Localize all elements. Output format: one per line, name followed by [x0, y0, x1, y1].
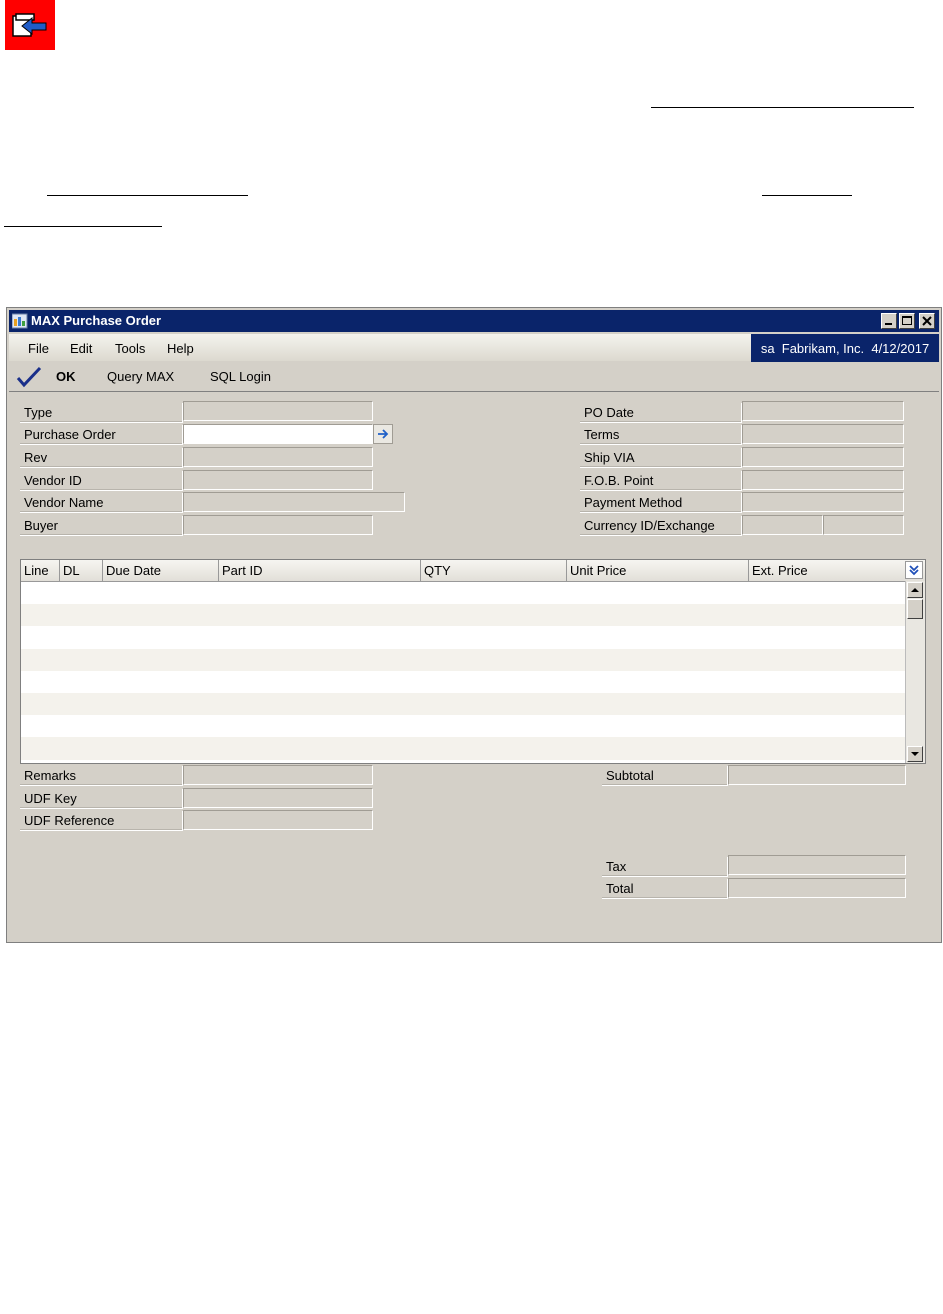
query-max-button[interactable]: Query MAX — [107, 369, 174, 384]
menu-tools[interactable]: Tools — [115, 341, 145, 356]
maximize-icon[interactable] — [899, 313, 915, 329]
label-terms: Terms — [580, 425, 742, 445]
exchange-rate-field — [823, 515, 904, 535]
lookup-arrow-icon[interactable] — [373, 424, 393, 444]
label-subtotal: Subtotal — [602, 766, 728, 786]
label-vendor-id: Vendor ID — [20, 471, 183, 491]
minimize-icon[interactable] — [881, 313, 897, 329]
table-row[interactable] — [21, 692, 907, 716]
expand-down-icon[interactable] — [905, 561, 923, 579]
column-header-due-date[interactable]: Due Date — [103, 560, 219, 581]
table-row[interactable] — [21, 715, 907, 737]
table-row[interactable] — [21, 582, 907, 604]
ok-button[interactable]: OK — [56, 369, 76, 384]
close-icon[interactable] — [919, 313, 935, 329]
vertical-scrollbar[interactable] — [905, 581, 925, 763]
sql-login-button[interactable]: SQL Login — [210, 369, 271, 384]
checkmark-icon[interactable] — [16, 366, 42, 391]
scroll-up-icon[interactable] — [907, 582, 923, 598]
label-buyer: Buyer — [20, 516, 183, 536]
table-row[interactable] — [21, 604, 907, 627]
scroll-thumb[interactable] — [907, 599, 923, 619]
ship-via-field — [742, 447, 904, 467]
purchase-order-window: MAX Purchase Order File Edit Tools Help … — [6, 307, 942, 943]
label-fob-point: F.O.B. Point — [580, 471, 742, 491]
total-field — [728, 878, 906, 898]
label-remarks: Remarks — [20, 766, 183, 786]
column-header-ext-price[interactable]: Ext. Price — [749, 560, 906, 581]
label-currency-exchange: Currency ID/Exchange — [580, 516, 742, 536]
company-info: sa Fabrikam, Inc. 4/12/2017 — [751, 334, 939, 362]
column-header-unit-price[interactable]: Unit Price — [567, 560, 749, 581]
table-row[interactable] — [21, 648, 907, 671]
hyperlink-underline — [47, 195, 248, 196]
grid-rows — [21, 582, 907, 763]
subtotal-field — [728, 765, 906, 785]
column-header-line[interactable]: Line — [21, 560, 60, 581]
grid-header: Line DL Due Date Part ID QTY Unit Price … — [21, 560, 925, 582]
remarks-field — [183, 765, 373, 785]
column-header-dl[interactable]: DL — [60, 560, 103, 581]
app-window-icon — [11, 313, 28, 329]
table-row[interactable] — [21, 626, 907, 648]
udf-reference-field — [183, 810, 373, 830]
label-ship-via: Ship VIA — [580, 448, 742, 468]
fob-point-field — [742, 470, 904, 490]
toolbar: OK Query MAX SQL Login — [9, 362, 939, 392]
label-total: Total — [602, 879, 728, 899]
udf-key-field — [183, 788, 373, 808]
line-items-grid: Line DL Due Date Part ID QTY Unit Price … — [20, 559, 926, 764]
label-udf-reference: UDF Reference — [20, 811, 183, 831]
type-field — [183, 401, 373, 421]
label-purchase-order: Purchase Order — [20, 425, 183, 445]
table-row[interactable] — [21, 737, 907, 760]
label-rev: Rev — [20, 448, 183, 468]
table-row[interactable] — [21, 671, 907, 693]
vendor-name-field — [183, 492, 405, 512]
back-arrow-icon[interactable] — [5, 0, 55, 50]
label-type: Type — [20, 403, 183, 423]
column-header-part-id[interactable]: Part ID — [219, 560, 421, 581]
hyperlink-underline — [762, 195, 852, 196]
purchase-order-input[interactable] — [183, 424, 373, 444]
scroll-down-icon[interactable] — [907, 746, 923, 762]
payment-method-field — [742, 492, 904, 512]
hyperlink-underline — [4, 226, 162, 227]
menu-help[interactable]: Help — [167, 341, 194, 356]
menu-edit[interactable]: Edit — [70, 341, 92, 356]
label-po-date: PO Date — [580, 403, 742, 423]
currency-id-field — [742, 515, 823, 535]
menu-file[interactable]: File — [28, 341, 49, 356]
label-payment-method: Payment Method — [580, 493, 742, 513]
buyer-field — [183, 515, 373, 535]
tax-field — [728, 855, 906, 875]
label-udf-key: UDF Key — [20, 789, 183, 809]
label-vendor-name: Vendor Name — [20, 493, 183, 513]
label-tax: Tax — [602, 857, 728, 877]
rev-field — [183, 447, 373, 467]
title-bar[interactable]: MAX Purchase Order — [9, 310, 939, 332]
hyperlink-underline — [651, 107, 914, 108]
menu-bar: File Edit Tools Help sa Fabrikam, Inc. 4… — [9, 334, 939, 362]
vendor-id-field — [183, 470, 373, 490]
window-title: MAX Purchase Order — [31, 313, 162, 328]
column-header-qty[interactable]: QTY — [421, 560, 567, 581]
terms-field — [742, 424, 904, 444]
po-date-field — [742, 401, 904, 421]
